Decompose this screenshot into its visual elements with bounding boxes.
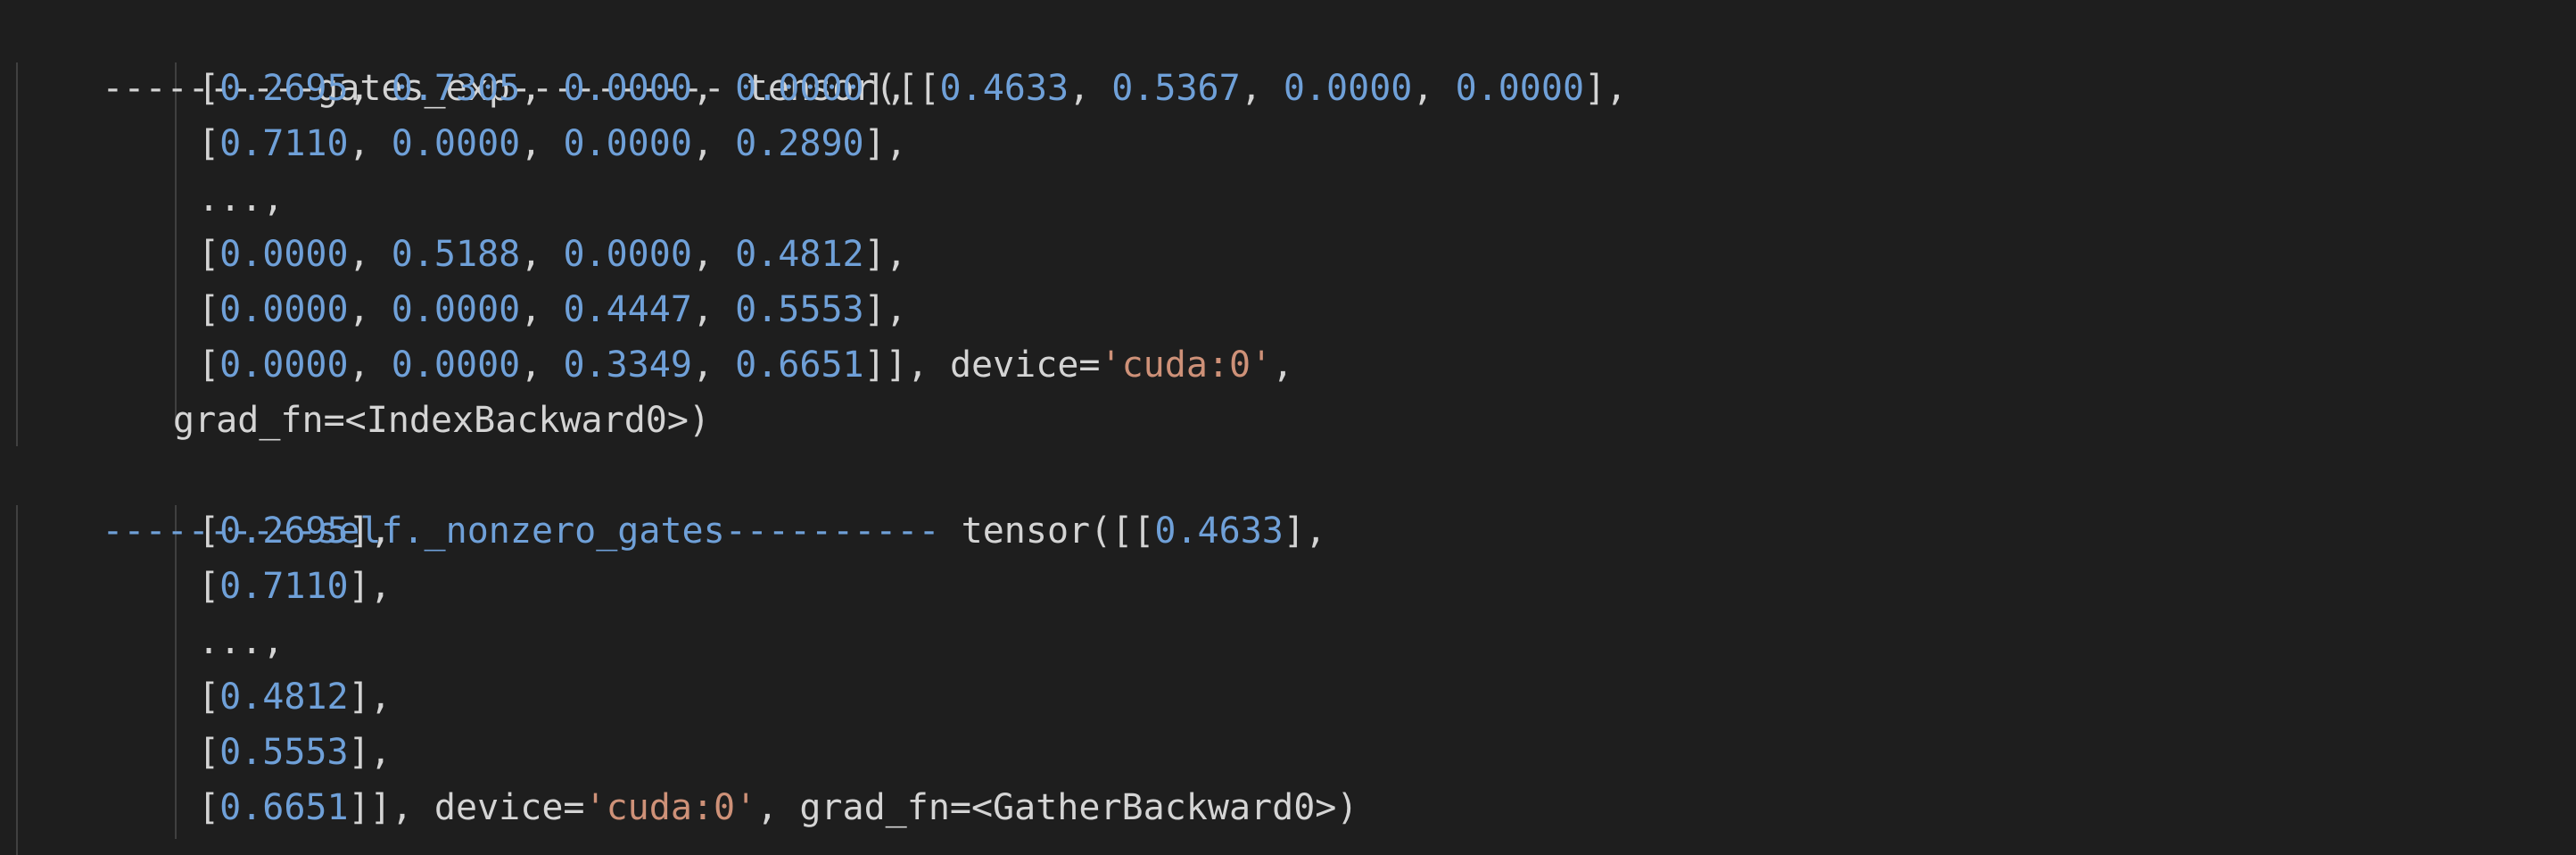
nonzero-gates-header-line: ----------self._nonzero_gates---------- … <box>16 448 1326 552</box>
grad-fn-line: grad_fn=<IndexBackward0>) <box>173 400 711 441</box>
tensor-row: [0.4812], <box>198 677 392 718</box>
tensor-row-last: [0.0000, 0.0000, 0.3349, 0.6651]], devic… <box>198 344 1294 386</box>
row-suffix: ]], device= <box>348 787 585 828</box>
tensor-value: 0.4633 <box>1154 511 1284 552</box>
tensor-value: 0.0000 <box>219 344 349 386</box>
tensor-row-last: [0.6651]], device='cuda:0', grad_fn=<Gat… <box>198 787 1358 828</box>
row-suffix: ], <box>863 68 907 109</box>
ellipsis-row: ..., <box>198 621 285 662</box>
row-suffix: ], <box>863 234 907 275</box>
tensor-value: 0.0000 <box>563 123 692 164</box>
tensor-value: 0.0000 <box>563 234 692 275</box>
device-string: 'cuda:0' <box>1100 344 1273 386</box>
tensor-value: 0.6651 <box>735 344 864 386</box>
tensor-value: 0.0000 <box>391 289 521 330</box>
tensor-value: 0.0000 <box>1283 68 1413 109</box>
tensor-value: 0.0000 <box>219 289 349 330</box>
tensor-value: 0.7305 <box>391 68 521 109</box>
row-suffix: ], <box>1283 511 1327 552</box>
tensor-value: 0.2695 <box>219 511 349 552</box>
row-suffix: ], <box>863 289 907 330</box>
tensor-value: 0.4812 <box>735 234 864 275</box>
device-string: 'cuda:0' <box>584 787 757 828</box>
row-suffix: ], <box>863 123 907 164</box>
tensor-row: [0.2695], <box>198 511 392 552</box>
tensor-row: [0.2695, 0.7305, 0.0000, 0.0000], <box>198 68 907 109</box>
tensor-value: 0.0000 <box>563 68 692 109</box>
tensor-value: 0.7110 <box>219 123 349 164</box>
tensor-value: 0.4812 <box>219 677 349 718</box>
tensor-value: 0.5553 <box>735 289 864 330</box>
grad-fn-text: , grad_fn=<GatherBackward0>) <box>756 787 1358 828</box>
tensor-row: [0.5553], <box>198 732 392 773</box>
row-suffix: ], <box>348 511 392 552</box>
tensor-value: 0.2890 <box>735 123 864 164</box>
indent-guide <box>175 62 177 427</box>
tensor-call: tensor([[ <box>939 511 1155 552</box>
tensor-row: [0.0000, 0.5188, 0.0000, 0.4812], <box>198 234 907 275</box>
tensor-value: 0.2695 <box>219 68 349 109</box>
terminal-output: ----------gates_exp---------- tensor([[0… <box>0 0 2576 855</box>
tensor-value: 0.0000 <box>219 234 349 275</box>
tensor-value: 0.6651 <box>219 787 349 828</box>
tensor-value: 0.0000 <box>735 68 864 109</box>
trailing-comma: , <box>1272 344 1294 386</box>
tensor-value: 0.0000 <box>1455 68 1585 109</box>
row-suffix: ], <box>348 732 392 773</box>
row-suffix: ], <box>348 677 392 718</box>
tensor-value: 0.3349 <box>563 344 692 386</box>
row-suffix: ]], device= <box>863 344 1101 386</box>
tensor-value: 0.7110 <box>219 566 349 607</box>
tensor-row: [0.0000, 0.0000, 0.4447, 0.5553], <box>198 289 907 330</box>
gates-exp-header-line: ----------gates_exp---------- tensor([[0… <box>102 68 1628 109</box>
tensor-value: 0.4633 <box>939 68 1069 109</box>
tensor-value: 0.5188 <box>391 234 521 275</box>
tensor-value: 0.4447 <box>563 289 692 330</box>
tensor-row: [0.7110, 0.0000, 0.0000, 0.2890], <box>198 123 907 164</box>
tensor-value: 0.5367 <box>1111 68 1241 109</box>
ellipsis-row: ..., <box>198 178 285 220</box>
tensor-value: 0.0000 <box>391 344 521 386</box>
tensor-value: 0.0000 <box>391 123 521 164</box>
tensor-row: [0.7110], <box>198 566 392 607</box>
tensor-value: 0.5553 <box>219 732 349 773</box>
row-suffix: ], <box>1584 68 1628 109</box>
row-suffix: ], <box>348 566 392 607</box>
